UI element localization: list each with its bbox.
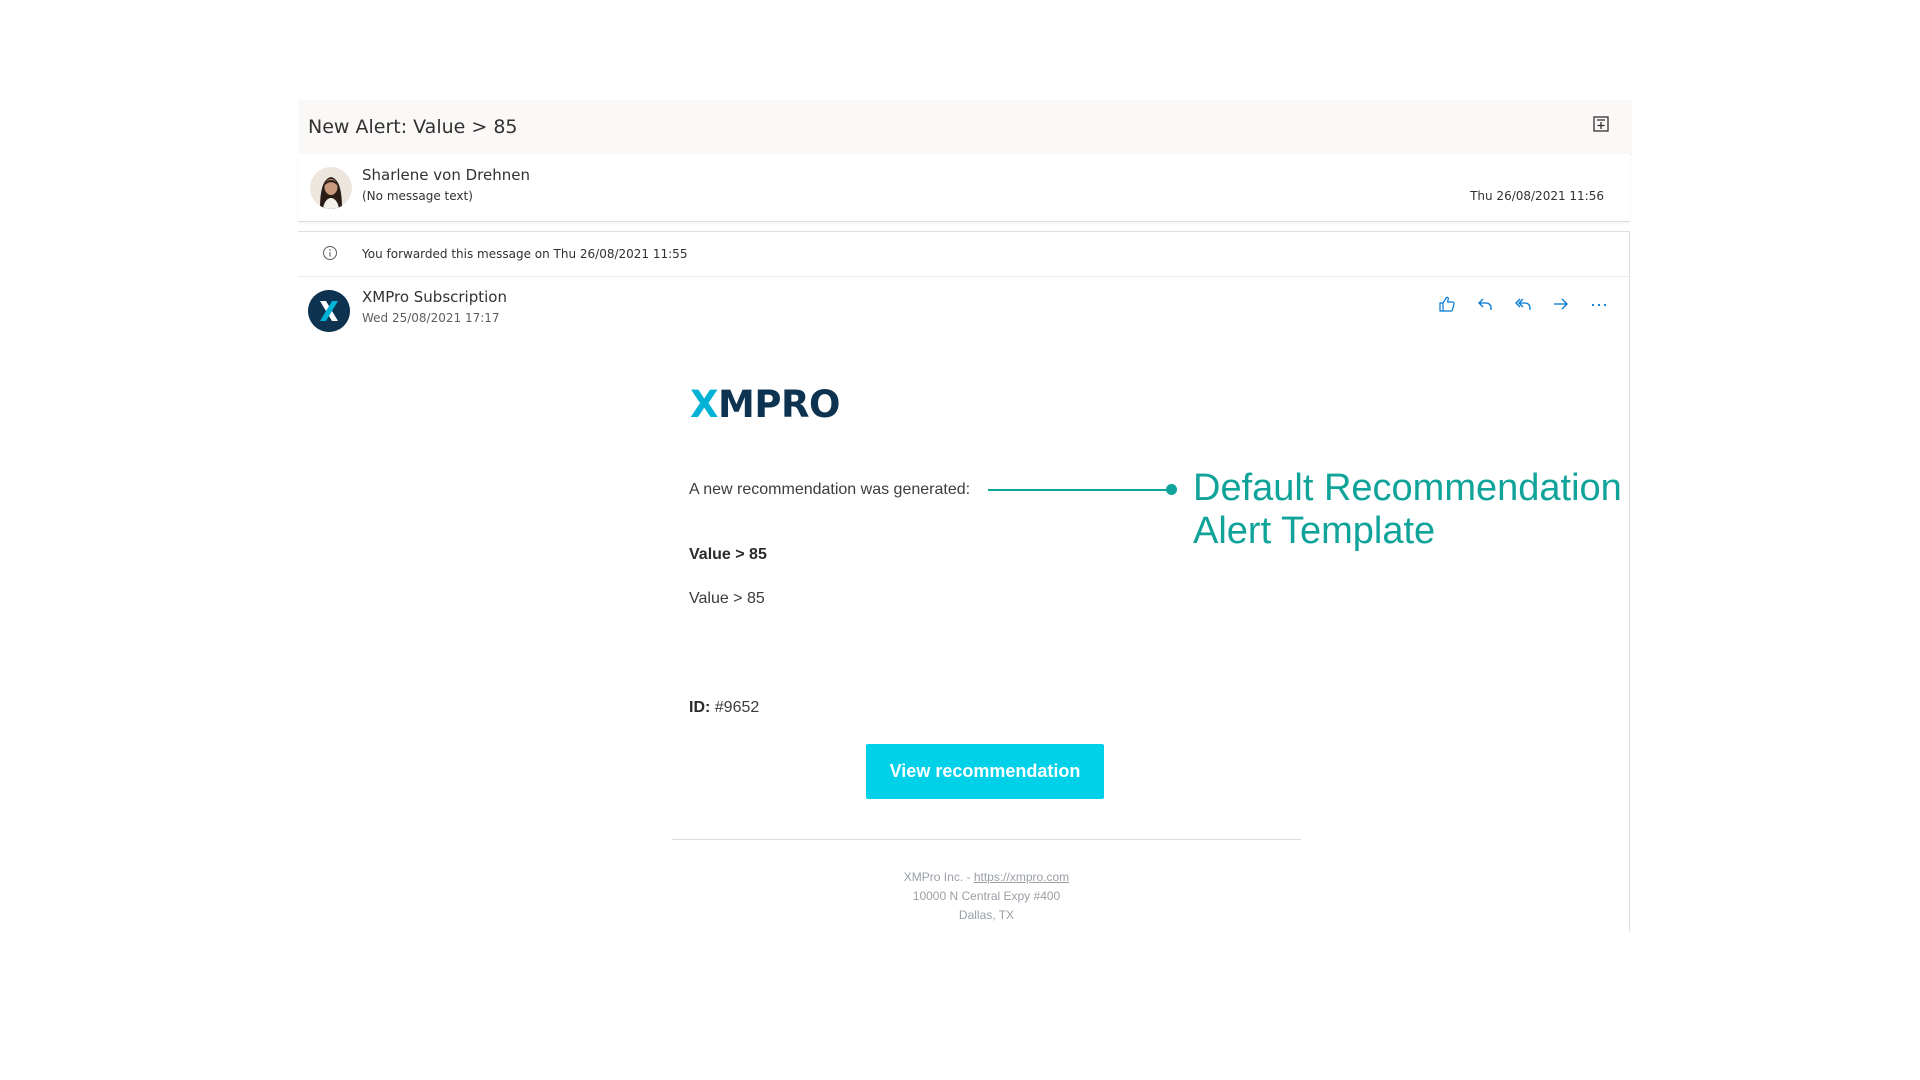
- subject-bar: New Alert: Value > 85: [298, 100, 1632, 155]
- message-date: Wed 25/08/2021 17:17: [362, 311, 500, 325]
- sender-name: Sharlene von Drehnen: [362, 166, 530, 184]
- footer-company-name: XMPro Inc. -: [903, 870, 974, 884]
- callout-line-1: Default Recommendation: [1193, 467, 1622, 509]
- avatar: [310, 167, 352, 209]
- more-icon[interactable]: [1587, 292, 1611, 316]
- subject-title: New Alert: Value > 85: [308, 116, 518, 138]
- recommendation-description: Value > 85: [689, 590, 765, 607]
- recommendation-title: Value > 85: [689, 546, 767, 563]
- intro-text: A new recommendation was generated:: [689, 481, 971, 498]
- callout-annotation: Default Recommendation Alert Template: [1193, 467, 1622, 553]
- reply-icon[interactable]: [1473, 292, 1497, 316]
- expanded-message-xmpro: You forwarded this message on Thu 26/08/…: [298, 231, 1630, 932]
- footer-address: 10000 N Central Expy #400: [912, 889, 1061, 903]
- collapsed-message-sharlene[interactable]: Sharlene von Drehnen (No message text) T…: [298, 154, 1630, 222]
- open-in-new-window-icon[interactable]: [1592, 115, 1610, 133]
- like-icon[interactable]: [1435, 292, 1459, 316]
- id-value: #9652: [714, 699, 760, 716]
- footer-website-link[interactable]: https://xmpro.com: [974, 870, 1069, 884]
- xmpro-logo: XMPRO: [690, 383, 840, 426]
- callout-dot: [1166, 484, 1177, 495]
- logo-text: MPRO: [718, 383, 840, 426]
- avatar: [308, 290, 350, 332]
- forward-info-bar: You forwarded this message on Thu 26/08/…: [298, 232, 1629, 277]
- message-date: Thu 26/08/2021 11:56: [1470, 189, 1604, 203]
- sender-name: XMPro Subscription: [362, 288, 507, 306]
- reply-all-icon[interactable]: [1511, 292, 1535, 316]
- footer-city: Dallas, TX: [958, 908, 1015, 922]
- id-label: ID:: [689, 699, 711, 716]
- info-icon: [322, 245, 338, 261]
- recommendation-id: ID: #9652: [689, 699, 759, 717]
- logo-x: X: [690, 383, 719, 426]
- footer-divider: [672, 839, 1301, 840]
- message-preview: (No message text): [362, 189, 473, 203]
- callout-line-2: Alert Template: [1193, 510, 1436, 552]
- forward-info-text: You forwarded this message on Thu 26/08/…: [362, 247, 688, 261]
- view-recommendation-button[interactable]: View recommendation: [866, 744, 1104, 799]
- callout-connector-line: [988, 489, 1172, 491]
- message-actions: [1435, 292, 1611, 316]
- footer-company: XMPro Inc. - https://xmpro.com: [672, 870, 1301, 884]
- forward-icon[interactable]: [1549, 292, 1573, 316]
